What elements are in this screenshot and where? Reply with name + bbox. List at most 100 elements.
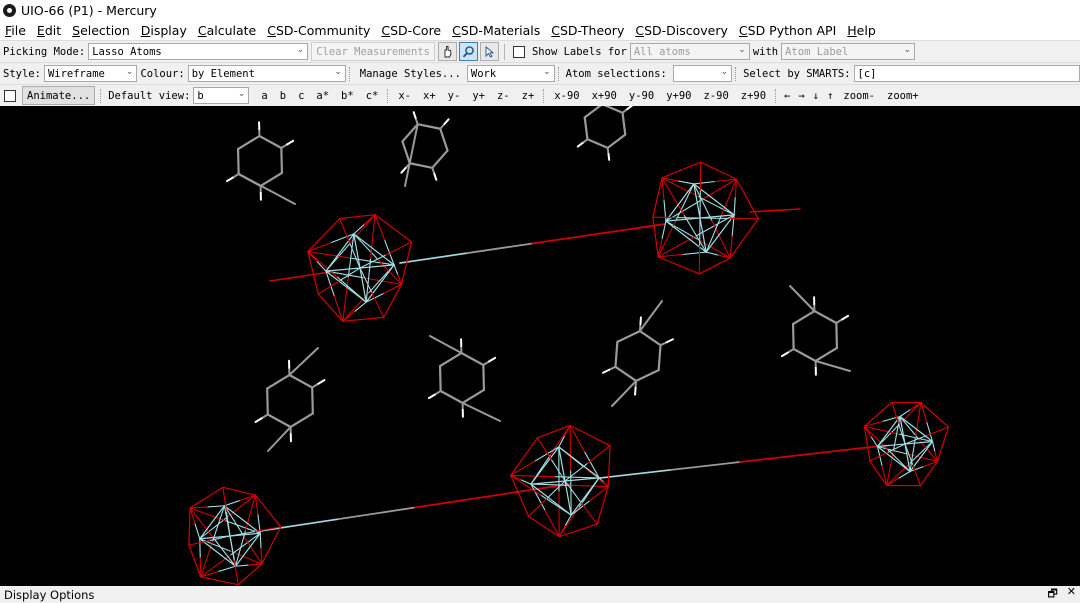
c-h-bond bbox=[317, 379, 326, 385]
animate-button[interactable]: Animate... bbox=[22, 86, 96, 105]
aromatic-bond bbox=[835, 321, 839, 350]
zr-o-bond bbox=[399, 252, 467, 264]
zr-o-bond bbox=[339, 218, 351, 244]
menu-display[interactable]: Display bbox=[141, 23, 187, 38]
zr-o-bond bbox=[199, 538, 201, 559]
rotate-x-plus-button[interactable]: x+ bbox=[417, 90, 442, 102]
menu-selection[interactable]: Selection bbox=[72, 23, 130, 38]
rotate-y-minus-button[interactable]: y- bbox=[442, 90, 467, 102]
view-b-star-button[interactable]: b* bbox=[335, 90, 360, 102]
zr-o-bond bbox=[510, 474, 556, 478]
menu-file[interactable]: File bbox=[5, 23, 26, 38]
aromatic-bond bbox=[460, 351, 485, 367]
menu-csd-python-api[interactable]: CSD Python API bbox=[739, 23, 836, 38]
restore-panel-icon[interactable]: 🗗 bbox=[1047, 585, 1057, 603]
default-view-select[interactable]: b ⌄ bbox=[193, 87, 250, 104]
work-style-select[interactable]: Work ⌄ bbox=[466, 65, 555, 82]
zoom-in-button[interactable]: zoom+ bbox=[881, 90, 925, 102]
view-c-star-button[interactable]: c* bbox=[360, 90, 385, 102]
structure-viewport[interactable] bbox=[0, 106, 1080, 586]
show-labels-checkbox[interactable] bbox=[512, 45, 525, 58]
view-a-star-button[interactable]: a* bbox=[310, 90, 335, 102]
pan-right-button[interactable]: → bbox=[794, 90, 808, 102]
carboxylate-bond bbox=[189, 486, 224, 509]
c-c-bond bbox=[461, 401, 501, 422]
picking-mode-label: Picking Mode: bbox=[3, 45, 86, 58]
carboxylate-bond bbox=[510, 437, 539, 477]
menu-edit[interactable]: Edit bbox=[37, 23, 61, 38]
manage-styles-button[interactable]: Manage Styles... bbox=[354, 68, 467, 80]
close-panel-icon[interactable]: ✕ bbox=[1067, 585, 1076, 603]
menu-csd-core[interactable]: CSD-Core bbox=[381, 23, 441, 38]
colour-select[interactable]: by Element ⌄ bbox=[187, 65, 346, 82]
carboxylate-bond bbox=[188, 544, 202, 578]
carboxylate-bond bbox=[652, 216, 659, 258]
c-c-bond bbox=[429, 335, 463, 355]
rotate-z-plus-90-button[interactable]: z+90 bbox=[735, 90, 772, 102]
toolbar-separator bbox=[775, 88, 777, 103]
zr-o-bond bbox=[589, 486, 609, 502]
rotate-z-minus-90-button[interactable]: z-90 bbox=[697, 90, 734, 102]
rotate-pick-button[interactable] bbox=[479, 42, 499, 61]
pan-down-button[interactable]: ↓ bbox=[809, 90, 823, 102]
pointer-hand-button[interactable] bbox=[437, 42, 457, 61]
window-title: UIO-66 (P1) - Mercury bbox=[21, 2, 157, 18]
menu-csd-community[interactable]: CSD-Community bbox=[267, 23, 370, 38]
view-b-button[interactable]: b bbox=[274, 90, 292, 102]
zoom-out-button[interactable]: zoom- bbox=[837, 90, 881, 102]
view-a-button[interactable]: a bbox=[255, 90, 273, 102]
c-h-bond bbox=[576, 141, 584, 148]
zr-zr-bond bbox=[530, 483, 572, 516]
menu-csd-materials[interactable]: CSD-Materials bbox=[452, 23, 540, 38]
rotate-x-minus-90-button[interactable]: x-90 bbox=[548, 90, 585, 102]
labels-for-value: All atoms bbox=[633, 45, 691, 58]
rotate-x-plus-90-button[interactable]: x+90 bbox=[586, 90, 623, 102]
style-select[interactable]: Wireframe ⌄ bbox=[43, 65, 138, 82]
carboxylate-bond bbox=[657, 256, 700, 275]
c-h-bond bbox=[280, 143, 289, 149]
default-view-value: b bbox=[197, 89, 204, 102]
carboxylate-bond bbox=[607, 445, 611, 488]
view-c-button[interactable]: c bbox=[292, 90, 310, 102]
aromatic-bond bbox=[416, 123, 442, 130]
zr-o-bond bbox=[705, 251, 719, 256]
pan-up-button[interactable]: ↑ bbox=[823, 90, 837, 102]
chevron-down-icon: ⌄ bbox=[237, 89, 246, 99]
atom-selections-select[interactable]: ⌄ bbox=[672, 65, 733, 82]
aromatic-bond bbox=[813, 309, 838, 325]
rotate-y-minus-90-button[interactable]: y-90 bbox=[623, 90, 660, 102]
zr-zr-bond bbox=[705, 214, 735, 253]
c-h-bond bbox=[841, 314, 850, 321]
rotate-y-plus-button[interactable]: y+ bbox=[466, 90, 491, 102]
menu-csd-theory[interactable]: CSD-Theory bbox=[551, 23, 624, 38]
pan-left-button[interactable]: ← bbox=[780, 90, 794, 102]
zr-o-bond bbox=[536, 437, 552, 460]
c-h-bond bbox=[608, 365, 617, 371]
menu-calculate[interactable]: Calculate bbox=[198, 23, 256, 38]
rotate-x-minus-button[interactable]: x- bbox=[392, 90, 417, 102]
zr-zr-bond bbox=[665, 183, 695, 222]
rotate-z-plus-button[interactable]: z+ bbox=[516, 90, 541, 102]
chevron-down-icon: ⌄ bbox=[334, 67, 342, 77]
picking-mode-select[interactable]: Lasso Atoms ⌄ bbox=[88, 43, 309, 60]
carboxylate-bond bbox=[339, 214, 376, 220]
menu-help[interactable]: Help bbox=[847, 23, 876, 38]
zr-o-bond bbox=[342, 292, 369, 322]
zr-o-bond bbox=[554, 476, 600, 479]
menu-csd-discovery[interactable]: CSD-Discovery bbox=[635, 23, 728, 38]
aromatic-bond bbox=[638, 329, 662, 347]
aromatic-bond bbox=[289, 412, 314, 429]
zr-o-bond bbox=[259, 518, 339, 532]
aromatic-bond bbox=[438, 364, 442, 393]
rotate-y-plus-90-button[interactable]: y+90 bbox=[660, 90, 697, 102]
zoom-lasso-button[interactable] bbox=[458, 42, 478, 61]
with-label-select[interactable]: Atom Label ⌄ bbox=[781, 43, 916, 60]
animate-checkbox[interactable] bbox=[4, 89, 16, 102]
labels-for-select[interactable]: All atoms ⌄ bbox=[629, 43, 750, 60]
aromatic-bond bbox=[814, 346, 839, 363]
smarts-input[interactable]: [c] bbox=[853, 65, 1080, 82]
rotate-z-minus-button[interactable]: z- bbox=[491, 90, 516, 102]
clear-measurements-button[interactable]: Clear Measurements bbox=[311, 42, 435, 61]
linker-bond bbox=[531, 223, 666, 245]
zr-o-bond bbox=[599, 469, 671, 479]
